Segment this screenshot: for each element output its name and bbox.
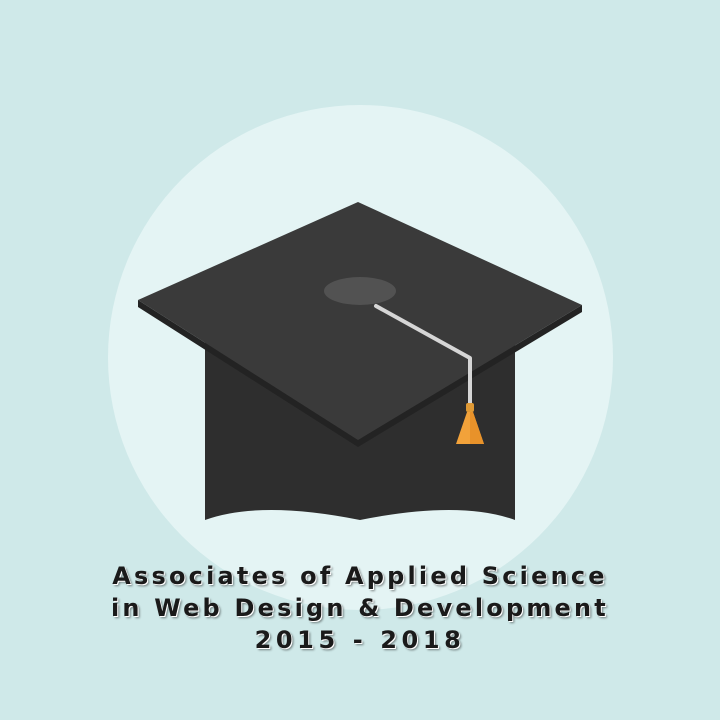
degree-field: in Web Design & Development — [111, 594, 609, 622]
caption: Associates of Applied Science in Web Des… — [0, 560, 720, 656]
degree-years: 2015 - 2018 — [254, 626, 466, 654]
cap-button — [324, 277, 396, 305]
tassel-knot — [466, 403, 474, 412]
graduation-card: Associates of Applied Science in Web Des… — [0, 0, 720, 720]
cap-board — [138, 202, 582, 440]
degree-title: Associates of Applied Science — [112, 562, 608, 590]
